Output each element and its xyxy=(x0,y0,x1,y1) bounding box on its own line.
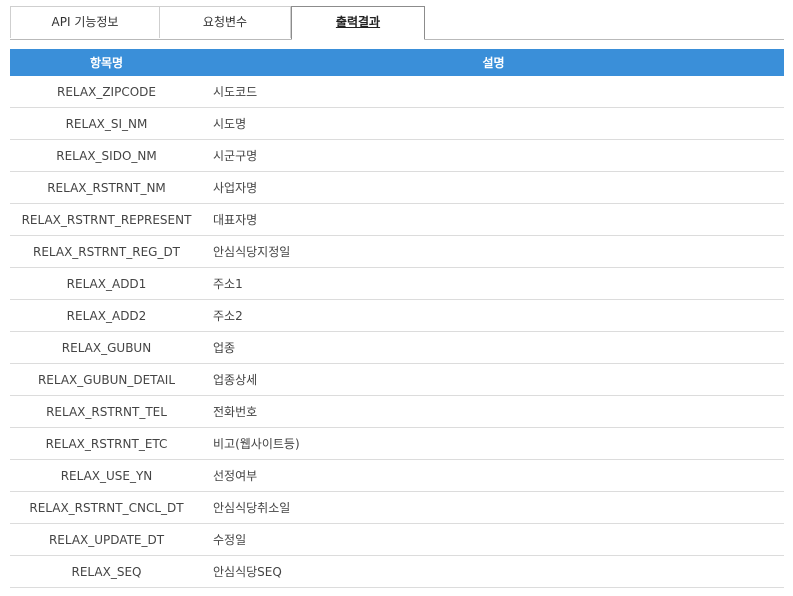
table-row: RELAX_RSTRNT_CNCL_DT 안심식당취소일 xyxy=(10,492,784,524)
field-name-cell: RELAX_USE_YN xyxy=(60,468,153,483)
field-name-cell: RELAX_GUBUN_DETAIL xyxy=(37,372,176,387)
description-cell: 업종상세 xyxy=(213,373,258,387)
description-cell: 업종 xyxy=(213,341,236,355)
output-table: 항목명 설명 RELAX_ZIPCODE 시도코드 RELAX_SI_NM 시도명 RE… xyxy=(10,49,784,588)
table-body: RELAX_ZIPCODE 시도코드 RELAX_SI_NM 시도명 RELAX_SID… xyxy=(10,76,784,588)
tab-bar: API 기능정보 요청변수 출력결과 xyxy=(10,6,784,40)
tab-api-info[interactable]: API 기능정보 xyxy=(10,6,160,38)
description-cell: 안심식당지정일 xyxy=(213,245,291,259)
header-field-name: 항목명 xyxy=(89,56,124,70)
table-row: RELAX_ZIPCODE 시도코드 xyxy=(10,76,784,108)
table-row: RELAX_UPDATE_DT 수정일 xyxy=(10,524,784,556)
header-description: 설명 xyxy=(482,56,505,70)
table-row: RELAX_SI_NM 시도명 xyxy=(10,108,784,140)
table-row: RELAX_RSTRNT_NM 사업자명 xyxy=(10,172,784,204)
field-name-cell: RELAX_SEQ xyxy=(71,564,142,579)
table-row: RELAX_RSTRNT_REG_DT 안심식당지정일 xyxy=(10,236,784,268)
table-row: RELAX_SEQ 안심식당SEQ xyxy=(10,556,784,588)
field-name-cell: RELAX_ADD2 xyxy=(66,308,147,323)
field-name-cell: RELAX_UPDATE_DT xyxy=(48,532,165,547)
description-cell: 사업자명 xyxy=(213,181,258,195)
description-cell: 시도명 xyxy=(213,117,247,131)
table-row: RELAX_RSTRNT_REPRESENT 대표자명 xyxy=(10,204,784,236)
description-cell: 대표자명 xyxy=(213,213,258,227)
field-name-cell: RELAX_SIDO_NM xyxy=(56,148,157,163)
field-name-cell: RELAX_RSTRNT_REPRESENT xyxy=(21,212,192,227)
description-cell: 안심식당취소일 xyxy=(213,501,291,515)
table-row: RELAX_SIDO_NM 시군구명 xyxy=(10,140,784,172)
description-cell: 선정여부 xyxy=(213,469,258,483)
table-row: RELAX_USE_YN 선정여부 xyxy=(10,460,784,492)
description-cell: 전화번호 xyxy=(213,405,258,419)
tab-request-params[interactable]: 요청변수 xyxy=(160,6,291,38)
description-cell: 시군구명 xyxy=(213,149,258,163)
field-name-cell: RELAX_RSTRNT_REG_DT xyxy=(32,244,181,259)
description-cell: 주소2 xyxy=(213,309,243,323)
table-row: RELAX_ADD1 주소1 xyxy=(10,268,784,300)
field-name-cell: RELAX_RSTRNT_ETC xyxy=(45,436,168,451)
field-name-cell: RELAX_RSTRNT_TEL xyxy=(46,404,167,419)
description-cell: 안심식당SEQ xyxy=(213,565,282,579)
field-name-cell: RELAX_ADD1 xyxy=(66,276,147,291)
table-row: RELAX_GUBUN_DETAIL 업종상세 xyxy=(10,364,784,396)
field-name-cell: RELAX_SI_NM xyxy=(65,116,148,131)
description-cell: 주소1 xyxy=(213,277,243,291)
table-row: RELAX_ADD2 주소2 xyxy=(10,300,784,332)
field-name-cell: RELAX_GUBUN xyxy=(61,340,152,355)
description-cell: 비고(웹사이트등) xyxy=(213,437,300,451)
field-name-cell: RELAX_RSTRNT_CNCL_DT xyxy=(29,500,184,515)
table-header: 항목명 설명 xyxy=(10,49,784,76)
table-row: RELAX_RSTRNT_ETC 비고(웹사이트등) xyxy=(10,428,784,460)
tab-output-results[interactable]: 출력결과 xyxy=(291,6,425,40)
table-row: RELAX_RSTRNT_TEL 전화번호 xyxy=(10,396,784,428)
field-name-cell: RELAX_RSTRNT_NM xyxy=(47,180,166,195)
table-row: RELAX_GUBUN 업종 xyxy=(10,332,784,364)
description-cell: 수정일 xyxy=(213,533,247,547)
description-cell: 시도코드 xyxy=(213,85,258,99)
field-name-cell: RELAX_ZIPCODE xyxy=(57,84,156,99)
